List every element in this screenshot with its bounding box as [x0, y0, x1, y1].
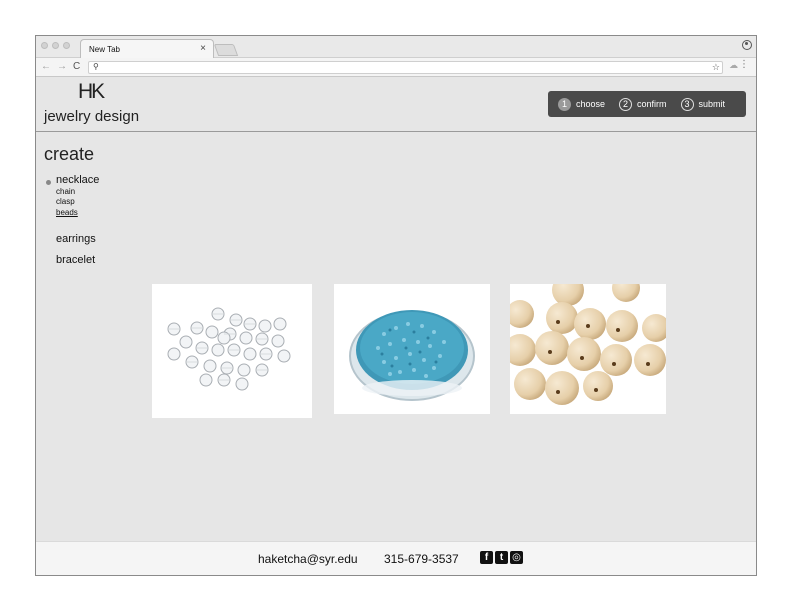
wood-beads-image: [510, 284, 666, 405]
instagram-icon[interactable]: ◎: [510, 551, 523, 564]
zoom-window-button[interactable]: [63, 42, 70, 49]
header-divider: [36, 131, 756, 132]
step-confirm[interactable]: 2 confirm: [619, 97, 667, 111]
facebook-icon[interactable]: f: [480, 551, 493, 564]
sidebar-item-bracelet[interactable]: bracelet: [56, 254, 95, 266]
step-number: 3: [680, 97, 694, 111]
subitem-chain[interactable]: chain: [56, 187, 75, 196]
tab-close-icon[interactable]: ×: [200, 43, 206, 54]
address-bar[interactable]: ⚲ ☆: [88, 61, 723, 74]
step-choose[interactable]: 1 choose: [558, 97, 606, 111]
crystal-beads-image: [167, 307, 291, 391]
browser-toolbar: ← → C ⚲ ☆ ☁ ⋮: [36, 58, 756, 77]
contact-email[interactable]: haketcha@syr.edu: [258, 552, 358, 566]
blue-seed-beads-image: [349, 310, 475, 401]
step-number: 2: [619, 97, 633, 111]
contact-phone: 315-679-3537: [384, 552, 459, 566]
page-title: create: [44, 144, 95, 164]
step-submit[interactable]: 3 submit: [680, 97, 726, 111]
step-label: confirm: [637, 99, 667, 109]
menu-dots-icon[interactable]: ⋮: [739, 59, 749, 70]
sidebar-item-necklace[interactable]: necklace: [56, 174, 99, 186]
brand-logo[interactable]: HK: [78, 80, 105, 104]
minimize-window-button[interactable]: [52, 42, 59, 49]
back-arrow-icon[interactable]: ←: [41, 61, 51, 72]
twitter-icon[interactable]: t: [495, 551, 508, 564]
window-controls: [41, 42, 70, 49]
product-wood-beads[interactable]: [510, 284, 666, 414]
tab-strip: New Tab ×: [36, 36, 756, 58]
step-label: submit: [698, 99, 726, 109]
subitem-clasp[interactable]: clasp: [56, 197, 75, 206]
step-number: 1: [558, 97, 571, 111]
close-window-button[interactable]: [41, 42, 48, 49]
tab-title: New Tab: [89, 45, 120, 54]
social-links: f t ◎: [480, 551, 523, 564]
step-label: choose: [576, 99, 606, 109]
checkout-steps: 1 choose 2 confirm 3 submit: [548, 91, 746, 117]
new-tab-button[interactable]: [213, 44, 239, 56]
forward-arrow-icon[interactable]: →: [57, 61, 67, 72]
selected-bullet-icon: [46, 180, 51, 185]
brand-name: jewelry design: [44, 108, 140, 125]
search-icon: ⚲: [93, 62, 99, 71]
product-crystal-beads[interactable]: [152, 284, 312, 418]
browser-tab[interactable]: New Tab ×: [80, 39, 214, 58]
bookmark-star-icon[interactable]: ☆: [712, 62, 720, 73]
profile-icon[interactable]: [742, 40, 752, 50]
product-blue-seed-beads[interactable]: [334, 284, 490, 414]
page-footer: haketcha@syr.edu 315-679-3537 f t ◎: [36, 541, 756, 575]
extension-icon[interactable]: ☁: [729, 60, 738, 71]
browser-window: New Tab × ← → C ⚲ ☆ ☁ ⋮ HK jewelry desig…: [35, 35, 757, 576]
subitem-beads[interactable]: beads: [56, 208, 78, 217]
sidebar-item-earrings[interactable]: earrings: [56, 233, 96, 245]
reload-icon[interactable]: C: [73, 61, 80, 72]
